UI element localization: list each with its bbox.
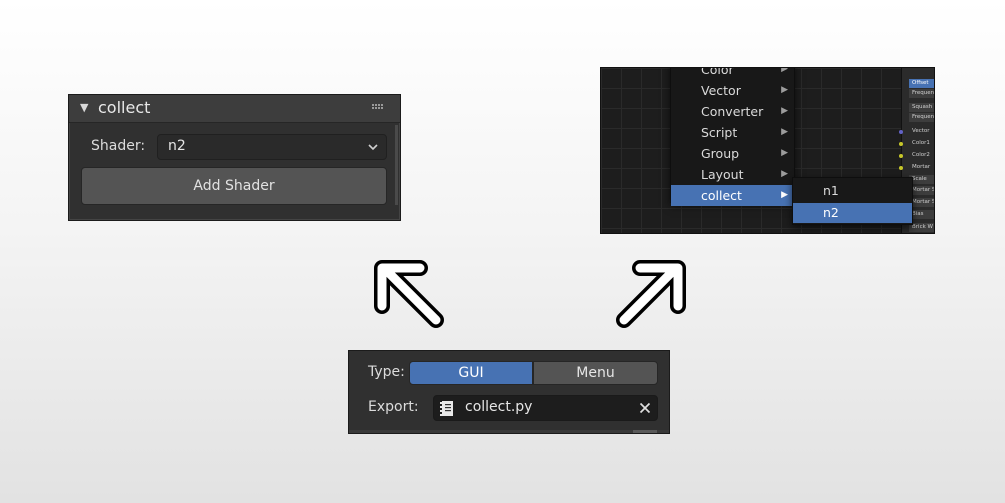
node-field: Mortar — [912, 164, 931, 170]
type-label: Type: — [368, 364, 405, 380]
arrow-up-left-icon — [374, 260, 444, 328]
type-option-gui[interactable]: GUI — [409, 361, 533, 385]
add-shader-button[interactable]: Add Shader — [81, 167, 387, 205]
disclosure-triangle-icon[interactable]: ▼ — [80, 101, 88, 114]
collect-panel-title: collect — [98, 98, 151, 117]
export-file-name: collect.py — [465, 399, 533, 415]
submenu-arrow-icon: ▶ — [781, 190, 788, 200]
node-socket[interactable] — [899, 142, 903, 146]
submenu-arrow-icon: ▶ — [781, 127, 788, 137]
menu-item-label: Color — [701, 67, 734, 77]
scrollbar-knob[interactable] — [633, 430, 657, 433]
export-label: Export: — [368, 399, 419, 415]
collect-panel-header[interactable]: ▼ collect — [69, 95, 400, 123]
menu-item-label: Converter — [701, 104, 764, 119]
collect-panel: ▼ collect Shader: n2 Add Shader — [68, 94, 401, 221]
menu-item-label: Layout — [701, 167, 744, 182]
menu-item-label: collect — [701, 188, 742, 203]
menu-item-script[interactable]: Script ▶ — [671, 122, 794, 143]
node-field: Vector — [912, 128, 930, 134]
node-field: Color1 — [912, 140, 930, 146]
shader-select-value: n2 — [168, 138, 186, 154]
submenu-arrow-icon: ▶ — [781, 106, 788, 116]
submenu-arrow-icon: ▶ — [781, 85, 788, 95]
menu-item-label: Vector — [701, 83, 741, 98]
node-field[interactable]: Squash — [909, 103, 934, 112]
node-field[interactable]: Frequen — [909, 89, 934, 98]
submenu-arrow-icon: ▶ — [781, 67, 788, 74]
node-socket[interactable] — [899, 166, 903, 170]
shader-select[interactable]: n2 — [157, 134, 387, 160]
arrow-up-right-icon — [616, 260, 686, 328]
submenu-item-n1[interactable]: n1 — [793, 181, 912, 201]
submenu-arrow-icon: ▶ — [781, 148, 788, 158]
menu-item-label: Script — [701, 125, 738, 140]
node-field[interactable]: Frequen — [909, 113, 934, 122]
node-socket[interactable] — [899, 154, 903, 158]
node-editor-view: Offset Frequen Squash Frequen Vector Col… — [600, 67, 935, 234]
menu-item-label: Group — [701, 146, 740, 161]
panel-bottom-bar — [349, 430, 669, 433]
shader-label: Shader: — [91, 138, 146, 154]
menu-item-layout[interactable]: Layout ▶ — [671, 164, 794, 185]
menu-item-group[interactable]: Group ▶ — [671, 143, 794, 164]
chevron-down-icon — [368, 144, 378, 151]
menu-item-vector[interactable]: Vector ▶ — [671, 80, 794, 101]
collect-submenu: n1 n2 — [792, 177, 913, 225]
text-file-icon — [440, 401, 453, 416]
menu-item-color[interactable]: Color ▶ — [671, 67, 794, 80]
type-option-menu[interactable]: Menu — [533, 361, 658, 385]
export-panel: Type: GUI Menu Export: collect.py — [348, 350, 670, 434]
drag-grip-icon[interactable] — [372, 104, 384, 112]
panel-scrollbar[interactable] — [395, 125, 398, 205]
submenu-arrow-icon: ▶ — [781, 169, 788, 179]
export-file-field[interactable]: collect.py — [433, 395, 658, 421]
add-node-menu: Color ▶ Vector ▶ Converter ▶ Script ▶ Group ▶… — [670, 67, 795, 206]
menu-item-converter[interactable]: Converter ▶ — [671, 101, 794, 122]
node-field[interactable]: Offset — [909, 79, 934, 88]
menu-item-collect[interactable]: collect ▶ — [671, 185, 794, 206]
close-icon[interactable] — [639, 402, 651, 414]
node-socket[interactable] — [899, 130, 903, 134]
node-field: Color2 — [912, 152, 930, 158]
submenu-item-n2[interactable]: n2 — [793, 203, 912, 223]
